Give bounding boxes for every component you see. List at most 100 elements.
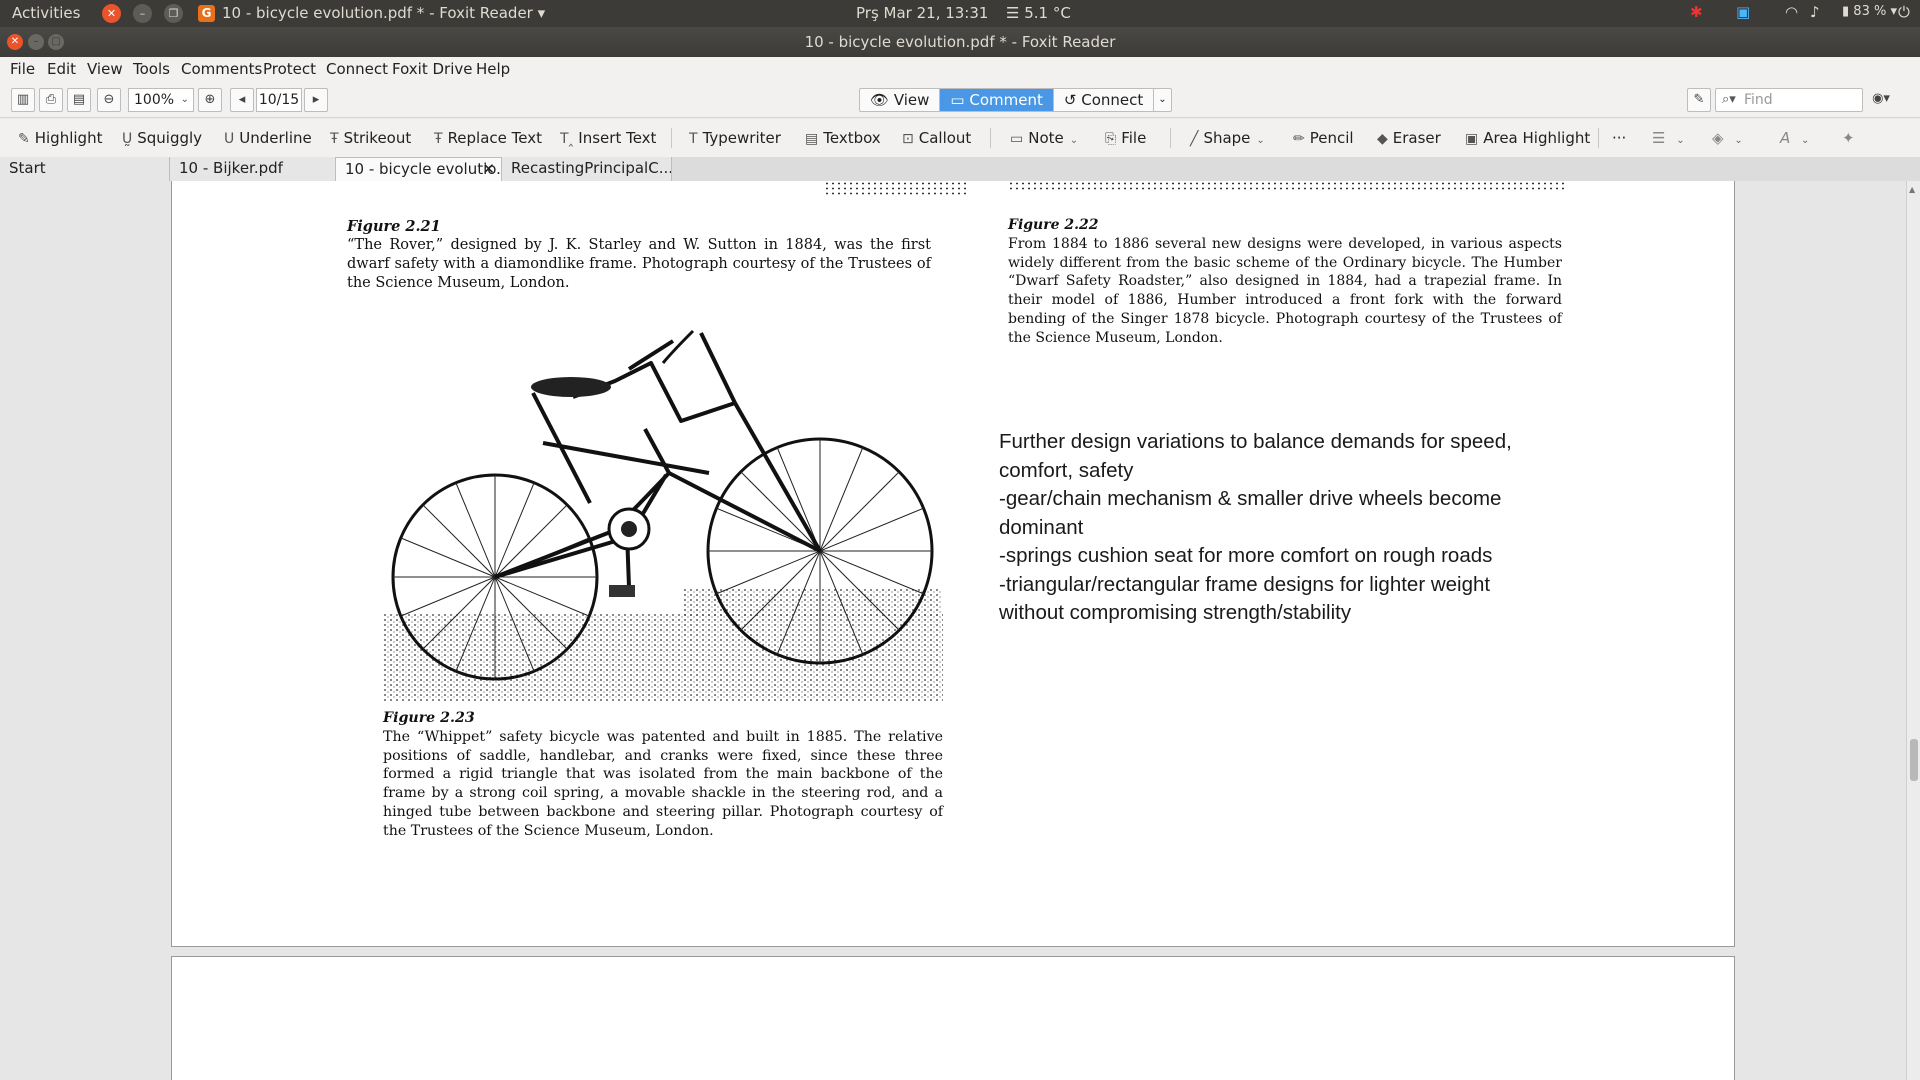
menu-connect[interactable]: Connect bbox=[326, 60, 388, 78]
close-tab-icon[interactable]: ✕ bbox=[482, 158, 495, 181]
chevron-down-icon[interactable]: ⌄ bbox=[1154, 89, 1170, 111]
separator bbox=[1170, 128, 1171, 148]
minimize-icon[interactable]: – bbox=[133, 4, 152, 23]
shape-tool[interactable]: ╱ Shape ⌄ bbox=[1190, 129, 1265, 147]
tab-recasting[interactable]: RecastingPrincipalC... bbox=[502, 157, 672, 181]
figure-2-21-caption: Figure 2.21 “The Rover,” designed by J. … bbox=[347, 218, 931, 291]
separator bbox=[671, 128, 672, 148]
zoom-select[interactable]: 100% ⌄ bbox=[128, 88, 194, 112]
shape-icon: ╱ bbox=[1190, 131, 1199, 147]
comment-mode-button[interactable]: ▭ Comment bbox=[940, 89, 1054, 111]
area-highlight-tool[interactable]: ▣ Area Highlight bbox=[1465, 129, 1590, 147]
pin-icon[interactable]: ✦ bbox=[1842, 129, 1855, 147]
page-number-field[interactable]: 10/15 bbox=[256, 88, 302, 112]
menu-help[interactable]: Help bbox=[476, 60, 510, 78]
search-icon: ⌕▾ bbox=[1722, 92, 1736, 107]
window-title-bar: ✕ – □ 10 - bicycle evolution.pdf * - Fox… bbox=[0, 27, 1920, 57]
typewriter-annotation[interactable]: Further design variations to balance dem… bbox=[999, 428, 1559, 628]
next-page-icon[interactable]: ▸ bbox=[304, 88, 328, 112]
view-mode-button[interactable]: 👁 View bbox=[860, 89, 941, 111]
chevron-down-icon: ⌄ bbox=[1256, 135, 1265, 146]
menu-bar: File Edit View Tools Comments Protect Co… bbox=[0, 57, 1920, 82]
battery-indicator[interactable]: ▮ 83 % ▾ bbox=[1842, 4, 1897, 19]
squiggly-icon: Ṵ bbox=[122, 131, 133, 147]
sidebar-toggle-icon[interactable]: ▥ bbox=[11, 88, 35, 112]
replace-text-tool[interactable]: Ŧ Replace Text bbox=[434, 129, 542, 147]
eraser-tool[interactable]: ◆ Eraser bbox=[1377, 129, 1441, 147]
window-minimize-icon[interactable]: – bbox=[28, 34, 44, 50]
zoom-in-icon[interactable]: ⊕ bbox=[198, 88, 222, 112]
main-toolbar: ▥ ⎙ ▤ ⊖ 100% ⌄ ⊕ ◂ 10/15 ▸ 👁 View ▭ Comme… bbox=[0, 82, 1920, 118]
tab-start[interactable]: Start bbox=[0, 157, 170, 181]
close-icon[interactable]: ✕ bbox=[102, 4, 121, 23]
file-tool[interactable]: ⎘ File bbox=[1105, 129, 1146, 147]
insert-text-icon: T‸ bbox=[560, 131, 574, 147]
account-icon[interactable]: ◉▾ bbox=[1869, 88, 1893, 112]
note-tool[interactable]: ▭ Note ⌄ bbox=[1010, 129, 1078, 147]
menu-tools[interactable]: Tools bbox=[133, 60, 170, 78]
note-line: -gear/chain mechanism & smaller drive wh… bbox=[999, 487, 1502, 539]
highlight-tool[interactable]: ✎ Highlight bbox=[18, 129, 102, 147]
fill-color-icon[interactable]: ◈ ⌄ bbox=[1712, 129, 1743, 147]
highlight-icon: ✎ bbox=[18, 131, 30, 147]
wifi-icon[interactable]: ◠ bbox=[1785, 3, 1798, 21]
callout-icon: ⊡ bbox=[902, 131, 914, 147]
typewriter-tool[interactable]: T Typewriter bbox=[689, 129, 781, 147]
foxit-app-icon: G bbox=[198, 5, 215, 22]
menu-protect[interactable]: Protect bbox=[263, 60, 316, 78]
chevron-down-icon: ⌄ bbox=[180, 94, 189, 105]
weather-indicator[interactable]: ☰ 5.1 °C bbox=[1006, 4, 1071, 22]
textbox-tool[interactable]: ▤ Textbox bbox=[805, 129, 881, 147]
more-icon[interactable]: ··· bbox=[1612, 129, 1626, 147]
textbox-icon: ▤ bbox=[805, 131, 819, 147]
zoom-out-icon[interactable]: ⊖ bbox=[97, 88, 121, 112]
strikeout-tool[interactable]: Ŧ Strikeout bbox=[330, 129, 411, 147]
menu-foxit-drive[interactable]: Foxit Drive bbox=[392, 60, 473, 78]
window-maximize-icon[interactable]: □ bbox=[48, 34, 64, 50]
underline-icon: U bbox=[224, 131, 235, 147]
volume-icon[interactable]: ♪ bbox=[1810, 3, 1820, 21]
strikeout-icon: Ŧ bbox=[330, 131, 339, 147]
scan-artifact bbox=[1008, 181, 1568, 191]
scrollbar-thumb[interactable] bbox=[1910, 739, 1918, 781]
print-icon[interactable]: ⎙ bbox=[39, 88, 63, 112]
tray-notes-icon[interactable]: ▣ bbox=[1736, 3, 1750, 21]
line-style-icon[interactable]: ☰ ⌄ bbox=[1652, 129, 1685, 147]
previous-page-icon[interactable]: ◂ bbox=[230, 88, 254, 112]
scan-artifact bbox=[824, 181, 968, 195]
vertical-scrollbar[interactable]: ▲ bbox=[1906, 181, 1920, 1080]
font-color-icon[interactable]: A ⌄ bbox=[1780, 129, 1809, 147]
underline-tool[interactable]: U Underline bbox=[224, 129, 312, 147]
note-icon: ▭ bbox=[1010, 131, 1024, 147]
tray-app-icon[interactable]: ✱ bbox=[1690, 3, 1703, 21]
maximize-icon[interactable]: ❐ bbox=[164, 4, 183, 23]
tab-bijker[interactable]: 10 - Bijker.pdf bbox=[170, 157, 336, 181]
separator bbox=[1598, 128, 1599, 148]
activities-button[interactable]: Activities bbox=[12, 4, 80, 22]
connect-mode-button[interactable]: ↺ Connect bbox=[1054, 89, 1155, 111]
menu-file[interactable]: File bbox=[10, 60, 35, 78]
clock[interactable]: Prş Mar 21, 13:31 bbox=[856, 4, 988, 22]
eraser-icon: ◆ bbox=[1377, 131, 1388, 147]
squiggly-tool[interactable]: Ṵ Squiggly bbox=[122, 129, 202, 147]
insert-text-tool[interactable]: T‸ Insert Text bbox=[560, 129, 656, 147]
sign-icon[interactable]: ✎ bbox=[1687, 88, 1711, 112]
app-menu-title[interactable]: 10 - bicycle evolution.pdf * - Foxit Rea… bbox=[222, 4, 545, 22]
attach-file-icon: ⎘ bbox=[1105, 131, 1117, 147]
menu-comments[interactable]: Comments bbox=[181, 60, 262, 78]
menu-view[interactable]: View bbox=[87, 60, 123, 78]
pencil-tool[interactable]: ✏ Pencil bbox=[1293, 129, 1354, 147]
power-icon[interactable]: ⏻ bbox=[1898, 3, 1910, 21]
window-close-icon[interactable]: ✕ bbox=[7, 34, 23, 50]
document-viewport[interactable]: Figure 2.21 “The Rover,” designed by J. … bbox=[0, 181, 1906, 1080]
save-icon[interactable]: ▤ bbox=[67, 88, 91, 112]
note-line: Further design variations to balance dem… bbox=[999, 430, 1512, 482]
note-line: -springs cushion seat for more comfort o… bbox=[999, 544, 1493, 567]
find-field[interactable]: ⌕▾ Find bbox=[1715, 88, 1863, 112]
figure-2-22-caption: Figure 2.22 From 1884 to 1886 several ne… bbox=[1008, 217, 1562, 346]
menu-edit[interactable]: Edit bbox=[47, 60, 76, 78]
callout-tool[interactable]: ⊡ Callout bbox=[902, 129, 971, 147]
pencil-icon: ✏ bbox=[1293, 131, 1305, 147]
scroll-up-icon[interactable]: ▲ bbox=[1909, 185, 1915, 194]
tab-bicycle-evolution[interactable]: 10 - bicycle evolutio... ✕ bbox=[336, 157, 502, 181]
